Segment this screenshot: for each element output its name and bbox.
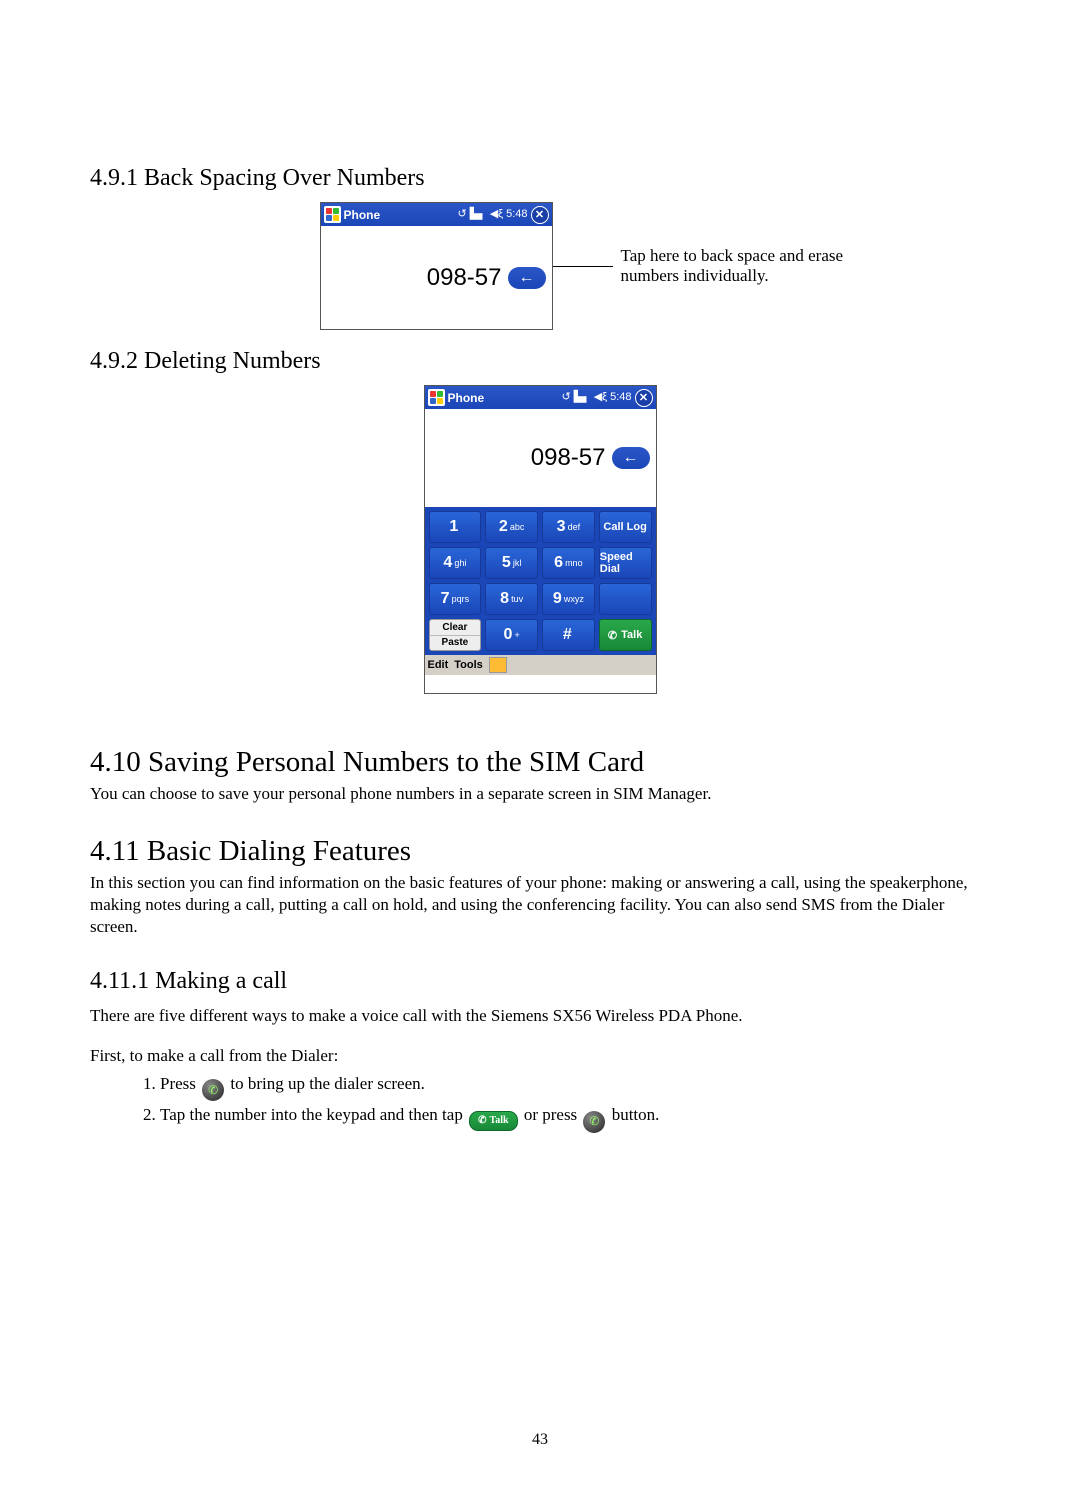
heading-4111: 4.11.1 Making a call (90, 968, 990, 995)
dialed-number: 098-57 (427, 264, 502, 292)
key-4[interactable]: 4ghi (429, 547, 482, 579)
para-411: In this section you can find information… (90, 872, 990, 938)
step-1: Press ✆ to bring up the dialer screen. (160, 1074, 990, 1102)
screenshot-backspace: Phone ↺ ▙▖ ◀ξ 5:48 ✕ 098-57 ← (320, 202, 553, 330)
close-icon[interactable]: ✕ (531, 206, 549, 224)
hardware-call-button-icon: ✆ (202, 1079, 224, 1101)
phone-titlebar-2: Phone ↺ ▙▖ ◀ξ 5:48 ✕ (425, 386, 656, 409)
status-icons: ↺ ▙▖ ◀ξ 5:48 (458, 209, 528, 220)
steps-list: Press ✆ to bring up the dialer screen. T… (130, 1074, 990, 1133)
para-410: You can choose to save your personal pho… (90, 783, 990, 805)
backspace-button[interactable]: ← (508, 267, 546, 289)
key-blank[interactable] (599, 583, 652, 615)
start-icon[interactable] (428, 389, 445, 406)
page-number: 43 (0, 1431, 1080, 1449)
menubar: Edit Tools (425, 655, 656, 675)
dialed-number: 098-57 (531, 444, 606, 472)
clock: 5:48 (610, 392, 631, 403)
callout: Tap here to back space and erase numbers… (553, 246, 881, 286)
key-3[interactable]: 3def (542, 511, 595, 543)
screenshot-keypad: Phone ↺ ▙▖ ◀ξ 5:48 ✕ 098-57 ← 1 2abc 3de… (424, 385, 657, 694)
talk-button-icon: ✆Talk (469, 1111, 517, 1131)
signal-icon: ▙▖ (470, 209, 487, 220)
backspace-button[interactable]: ← (612, 447, 650, 469)
dial-display: 098-57 ← (425, 409, 656, 507)
phone-title: Phone (448, 391, 485, 405)
keyboard-icon[interactable] (489, 657, 507, 673)
phone-titlebar: Phone ↺ ▙▖ ◀ξ 5:48 ✕ (321, 203, 552, 226)
heading-411: 4.11 Basic Dialing Features (90, 835, 990, 868)
key-2[interactable]: 2abc (485, 511, 538, 543)
key-hash[interactable]: # (542, 619, 595, 651)
key-0[interactable]: 0+ (485, 619, 538, 651)
sync-icon: ↺ (458, 209, 467, 220)
hardware-call-button-icon: ✆ (583, 1111, 605, 1133)
key-9[interactable]: 9wxyz (542, 583, 595, 615)
sync-icon: ↺ (562, 392, 571, 403)
phone-title: Phone (344, 208, 381, 222)
key-clear-paste[interactable]: Clear Paste (429, 619, 482, 651)
key-6[interactable]: 6mno (542, 547, 595, 579)
heading-410: 4.10 Saving Personal Numbers to the SIM … (90, 746, 990, 779)
dial-display: 098-57 ← (321, 226, 552, 330)
speaker-icon: ◀ξ (490, 209, 503, 220)
para-4111a: There are five different ways to make a … (90, 1005, 990, 1027)
step-2: Tap the number into the keypad and then … (160, 1105, 990, 1133)
para-4111b: First, to make a call from the Dialer: (90, 1045, 990, 1067)
keypad: 1 2abc 3def Call Log 4ghi 5jkl 6mno Spee… (425, 507, 656, 655)
status-icons: ↺ ▙▖ ◀ξ 5:48 (562, 392, 632, 403)
speaker-icon: ◀ξ (594, 392, 607, 403)
key-talk[interactable]: ✆ Talk (599, 619, 652, 651)
heading-492: 4.9.2 Deleting Numbers (90, 348, 990, 375)
callout-text: Tap here to back space and erase numbers… (621, 246, 881, 286)
key-7[interactable]: 7pqrs (429, 583, 482, 615)
phone-icon: ✆ (608, 629, 617, 642)
key-8[interactable]: 8tuv (485, 583, 538, 615)
key-speeddial[interactable]: Speed Dial (599, 547, 652, 579)
start-icon[interactable] (324, 206, 341, 223)
menu-edit[interactable]: Edit (428, 659, 449, 671)
signal-icon: ▙▖ (574, 392, 591, 403)
key-calllog[interactable]: Call Log (599, 511, 652, 543)
menu-tools[interactable]: Tools (454, 659, 483, 671)
close-icon[interactable]: ✕ (635, 389, 653, 407)
key-1[interactable]: 1 (429, 511, 482, 543)
key-5[interactable]: 5jkl (485, 547, 538, 579)
clock: 5:48 (506, 209, 527, 220)
heading-491: 4.9.1 Back Spacing Over Numbers (90, 165, 990, 192)
